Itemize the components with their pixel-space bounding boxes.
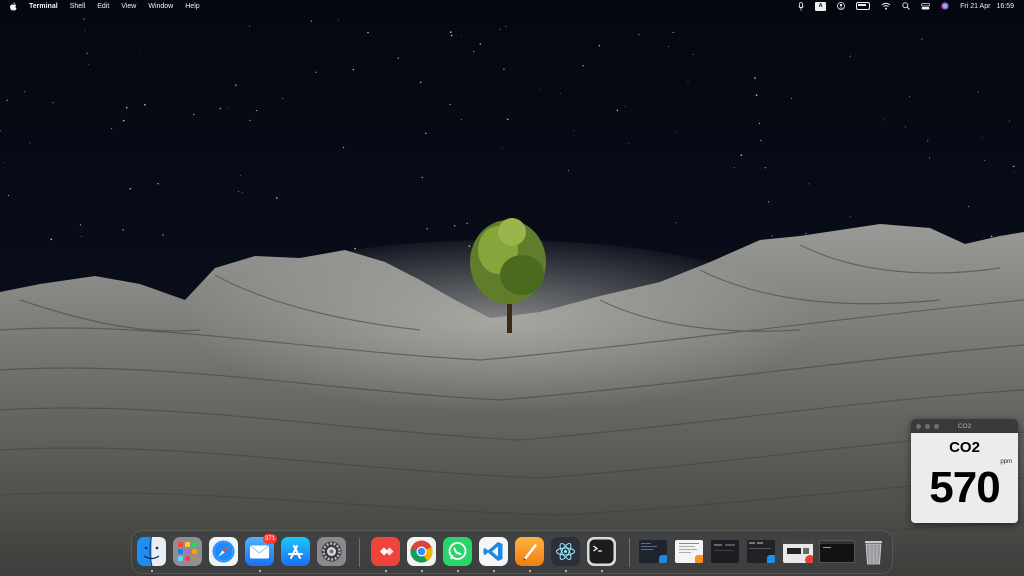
running-indicator [601, 570, 603, 572]
app-store-icon [281, 537, 310, 566]
dock-divider [629, 538, 630, 567]
window-thumbnail-pages[interactable] [675, 540, 703, 563]
co2-window-title: CO2 [957, 422, 972, 430]
mail-unread-badge: 371 [263, 534, 278, 544]
dock-item-pages[interactable] [515, 537, 544, 566]
menu-view[interactable]: View [121, 3, 136, 10]
menu-window[interactable]: Window [148, 3, 173, 10]
co2-label: CO2 [949, 439, 980, 456]
dock-item-trash[interactable] [859, 537, 888, 566]
anydesk-icon [371, 537, 400, 566]
electron-icon [551, 537, 580, 566]
pages-icon [695, 555, 703, 563]
mic-icon[interactable] [798, 1, 804, 11]
dock-item-anydesk[interactable] [371, 537, 400, 566]
date-text: Fri 21 Apr [960, 2, 991, 10]
chrome-icon [407, 537, 436, 566]
window-thumbnail-dark[interactable] [711, 540, 739, 563]
apple-menu-icon[interactable] [9, 2, 17, 11]
running-indicator [259, 570, 261, 572]
dock-item-safari[interactable] [209, 537, 238, 566]
keyboard-input-icon[interactable]: A [815, 1, 827, 11]
window-thumbnail-terminal[interactable] [819, 540, 855, 563]
dock-item-app-store[interactable] [281, 537, 310, 566]
dock-item-system-settings[interactable] [317, 537, 346, 566]
co2-monitor-window[interactable]: CO2 CO2 ppm 570 [911, 419, 1018, 523]
whatsapp-icon [443, 537, 472, 566]
dock-item-chrome[interactable] [407, 537, 436, 566]
window-thumbnail-chrome[interactable] [783, 540, 813, 563]
dock-item-vscode[interactable] [479, 537, 508, 566]
launchpad-icon [173, 537, 202, 566]
dock-item-mail[interactable]: 371 [245, 534, 278, 566]
finder-icon [137, 537, 166, 566]
menu-app-name[interactable]: Terminal [29, 3, 58, 10]
pages-icon [515, 537, 544, 566]
co2-value: 570 [929, 463, 1000, 512]
trash-icon [865, 541, 882, 565]
dock-divider [359, 538, 360, 567]
time-text: 16:59 [996, 2, 1014, 10]
menu-edit[interactable]: Edit [97, 3, 109, 10]
window-thumbnail-vscode[interactable] [639, 540, 667, 563]
running-indicator [493, 570, 495, 572]
dock-item-terminal[interactable] [587, 537, 616, 566]
battery-icon[interactable] [856, 2, 871, 11]
dock-item-electron[interactable] [551, 537, 580, 566]
running-indicator [151, 570, 153, 572]
terminal-icon [587, 537, 616, 566]
spotlight-search-icon[interactable] [902, 2, 910, 11]
menu-bar: Terminal Shell Edit View Window Help A F… [0, 0, 1024, 12]
running-indicator [421, 570, 423, 572]
menu-help[interactable]: Help [185, 3, 199, 10]
system-settings-icon [317, 537, 346, 566]
user-icon[interactable] [837, 2, 846, 11]
dock-item-finder[interactable] [137, 537, 166, 566]
dock: 371 [131, 530, 893, 574]
co2-window-titlebar[interactable]: CO2 [911, 419, 1018, 433]
running-indicator [529, 570, 531, 572]
window-thumbnail-finder[interactable] [747, 540, 775, 563]
menu-shell[interactable]: Shell [70, 3, 86, 10]
safari-icon [209, 537, 238, 566]
running-indicator [385, 570, 387, 572]
control-center-icon[interactable] [921, 2, 930, 11]
menu-clock[interactable]: Fri 21 Apr 16:59 [960, 3, 1014, 10]
dock-item-whatsapp[interactable] [443, 537, 472, 566]
running-indicator [565, 570, 567, 572]
running-indicator [457, 570, 459, 572]
wifi-icon[interactable] [881, 2, 891, 11]
chrome-icon [805, 555, 813, 563]
dock-item-launchpad[interactable] [173, 537, 202, 566]
finder-icon [767, 555, 775, 563]
vscode-icon [659, 555, 667, 563]
desktop-wallpaper [0, 0, 1024, 576]
siri-icon[interactable] [941, 2, 949, 11]
vscode-icon [479, 537, 508, 566]
